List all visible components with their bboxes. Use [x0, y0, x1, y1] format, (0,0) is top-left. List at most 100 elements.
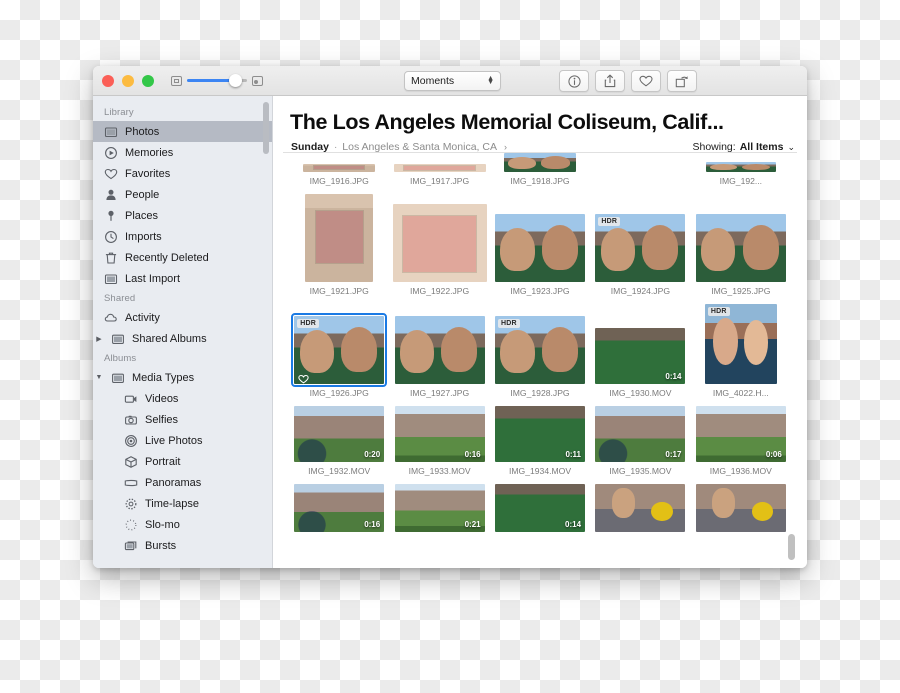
photo-cell[interactable]: 0:06 IMG_1936.MOV [691, 406, 791, 476]
photo-thumbnail[interactable] [394, 316, 485, 384]
photo-thumbnail[interactable] [305, 194, 374, 282]
info-button[interactable] [559, 70, 589, 92]
thumbnail-container: 0:11 [495, 406, 586, 462]
photo-thumbnail[interactable] [504, 153, 577, 172]
slider-thumb[interactable] [229, 74, 242, 87]
sidebar-item-time-lapse[interactable]: Time-lapse [93, 493, 272, 514]
photo-thumbnail[interactable]: 0:11 [495, 406, 586, 462]
photo-cell[interactable] [691, 484, 791, 532]
pin-icon [104, 209, 118, 223]
sidebar-item-people[interactable]: People [93, 184, 272, 205]
photo-cell[interactable] [590, 484, 690, 532]
view-mode-popup[interactable]: Moments ▲ ▼ [404, 71, 501, 91]
photo-cell[interactable]: 0:11 IMG_1934.MOV [490, 406, 590, 476]
photo-thumbnail[interactable]: 0:14 [495, 484, 586, 532]
photo-thumbnail[interactable] [695, 214, 786, 282]
sidebar-section-heading: Shared [104, 293, 136, 304]
disclosure-expanded-icon[interactable]: ▼ [95, 374, 103, 381]
sidebar-item-media-types[interactable]: ▼ Media Types [93, 367, 272, 388]
photo-thumbnail[interactable]: 0:16 [294, 484, 385, 532]
sidebar-item-portrait[interactable]: Portrait [93, 451, 272, 472]
sidebar-item-bursts[interactable]: Bursts [93, 535, 272, 556]
photo-thumbnail[interactable]: 0:06 [695, 406, 786, 462]
video-duration-badge: 0:14 [565, 520, 582, 529]
disclosure-collapsed-icon[interactable]: ▶ [95, 335, 103, 343]
photo-caption: IMG_1921.JPG [309, 286, 369, 296]
photo-thumbnail[interactable]: HDR [495, 316, 586, 384]
photo-thumbnail[interactable]: HDR [595, 214, 686, 282]
photo-cell[interactable]: HDR IMG_4022.H... [691, 304, 791, 398]
rotate-button[interactable] [667, 70, 697, 92]
sidebar-item-slo-mo[interactable]: Slo-mo [93, 514, 272, 535]
photo-thumbnail[interactable] [393, 164, 486, 172]
photo-cell[interactable]: HDR IMG_1924.JPG [590, 214, 690, 296]
photo-thumbnail[interactable]: 0:20 [294, 406, 385, 462]
thumbnail-container [504, 153, 577, 172]
photo-cell[interactable]: IMG_1927.JPG [389, 316, 489, 398]
sidebar-item-last-import[interactable]: Last Import [93, 268, 272, 289]
thumbnail-zoom-control[interactable] [171, 74, 263, 87]
sidebar-item-recently-deleted[interactable]: Recently Deleted [93, 247, 272, 268]
photo-caption: IMG_1925.JPG [711, 286, 771, 296]
sidebar-item-selfies[interactable]: Selfies [93, 409, 272, 430]
thumbnail-container: HDR [595, 214, 686, 282]
photo-thumbnail[interactable]: 0:17 [595, 406, 686, 462]
photo-thumbnail[interactable] [705, 162, 776, 172]
sidebar-item-photos[interactable]: Photos [93, 121, 272, 142]
photo-cell[interactable]: HDR IMG_1926.JPG [289, 313, 389, 398]
chevron-right-icon[interactable]: › [504, 142, 507, 152]
photo-thumbnail[interactable]: HDR [704, 304, 777, 384]
photo-cell[interactable]: IMG_1916.JPG [289, 164, 389, 186]
photo-cell[interactable]: IMG_1925.JPG [691, 214, 791, 296]
photo-cell[interactable]: IMG_1923.JPG [490, 214, 590, 296]
photo-cell[interactable]: 0:17 IMG_1935.MOV [590, 406, 690, 476]
zoom-slider[interactable] [187, 74, 247, 87]
photo-cell[interactable]: IMG_1921.JPG [289, 194, 389, 296]
thumbnail-container: HDR [291, 313, 388, 387]
close-button[interactable] [102, 74, 114, 87]
grid-scrollbar[interactable] [788, 534, 795, 560]
sidebar-item-label: Favorites [125, 167, 171, 180]
photo-thumbnail[interactable] [695, 484, 786, 532]
photo-cell[interactable]: IMG_192... [691, 162, 791, 186]
photo-cell[interactable]: 0:21 [389, 484, 489, 532]
photo-cell[interactable]: IMG_1918.JPG [490, 153, 590, 186]
sidebar-item-memories[interactable]: Memories [93, 142, 272, 163]
photo-cell[interactable]: 0:20 IMG_1932.MOV [289, 406, 389, 476]
sidebar-item-favorites[interactable]: Favorites [93, 163, 272, 184]
favorite-button[interactable] [631, 70, 661, 92]
zoom-button[interactable] [142, 74, 154, 87]
photo-thumbnail[interactable] [392, 204, 487, 282]
photo-caption: IMG_1926.JPG [309, 388, 369, 398]
sidebar-item-places[interactable]: Places [93, 205, 272, 226]
sidebar-item-live-photos[interactable]: Live Photos [93, 430, 272, 451]
sidebar-item-label: Time-lapse [145, 497, 199, 510]
photo-thumbnail[interactable]: 0:21 [394, 484, 485, 532]
photo-cell[interactable]: IMG_1922.JPG [389, 204, 489, 296]
photo-cell[interactable]: HDR IMG_1928.JPG [490, 316, 590, 398]
share-button[interactable] [595, 70, 625, 92]
sidebar-item-videos[interactable]: Videos [93, 388, 272, 409]
photo-cell[interactable]: 0:16 IMG_1933.MOV [389, 406, 489, 476]
photo-thumbnail[interactable] [303, 164, 376, 172]
photo-thumbnail[interactable]: 0:16 [394, 406, 485, 462]
minimize-button[interactable] [122, 74, 134, 87]
sidebar-item-panoramas[interactable]: Panoramas [93, 472, 272, 493]
photo-cell[interactable]: 0:16 [289, 484, 389, 532]
photo-thumbnail[interactable] [495, 214, 586, 282]
sidebar-item-activity[interactable]: Activity [93, 307, 272, 328]
photo-thumbnail[interactable]: 0:14 [595, 328, 686, 384]
sidebar-scrollbar[interactable] [263, 102, 269, 154]
photo-cell[interactable]: 0:14 IMG_1930.MOV [590, 328, 690, 398]
sidebar-item-imports[interactable]: Imports [93, 226, 272, 247]
info-icon [567, 74, 581, 88]
thumbnail-container [695, 214, 786, 282]
photos-icon [104, 272, 118, 286]
sidebar-item-shared-albums[interactable]: ▶ Shared Albums [93, 328, 272, 349]
photo-cell[interactable]: IMG_1917.JPG [389, 164, 489, 186]
photo-grid[interactable]: IMG_1916.JPG IMG_1917.JPG IMG_1918.JPG IMG_… [283, 152, 797, 568]
video-duration-badge: 0:16 [464, 450, 481, 459]
photo-cell[interactable]: 0:14 [490, 484, 590, 532]
photo-thumbnail[interactable]: HDR [291, 313, 388, 387]
photo-thumbnail[interactable] [595, 484, 686, 532]
